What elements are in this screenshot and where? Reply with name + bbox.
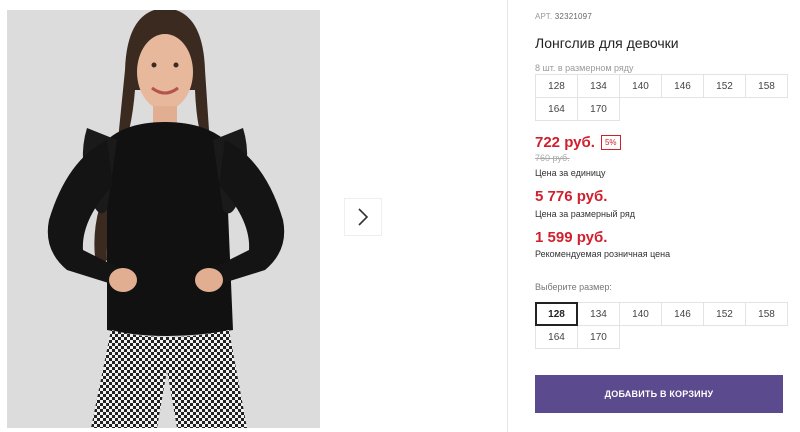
gallery-next-button[interactable] <box>344 198 382 236</box>
old-price: 760 руб. <box>535 153 570 163</box>
size-row-cell: 170 <box>577 97 620 121</box>
product-photo[interactable] <box>7 10 320 428</box>
panel-divider <box>507 0 508 432</box>
size-row-cell: 140 <box>619 74 662 98</box>
size-row-note: 8 шт. в размерном ряду <box>535 63 634 73</box>
size-row-cell: 146 <box>661 74 704 98</box>
row-price-label: Цена за размерный ряд <box>535 209 636 219</box>
size-row-cell: 134 <box>577 74 620 98</box>
size-picker-grid: 128 134 140 146 152 158 164 170 <box>535 302 788 349</box>
size-row-grid: 128 134 140 146 152 158 164 170 <box>535 74 788 121</box>
unit-price: 722 руб. <box>535 134 595 151</box>
size-row-cell: 152 <box>703 74 746 98</box>
size-option-selected[interactable]: 128 <box>535 302 578 326</box>
size-option[interactable]: 146 <box>661 302 704 326</box>
size-picker-label: Выберите размер: <box>535 282 612 292</box>
size-option[interactable]: 152 <box>703 302 746 326</box>
product-title: Лонгслив для девочки <box>535 35 679 51</box>
size-row-cell: 158 <box>745 74 788 98</box>
product-photo-illustration <box>7 10 320 428</box>
retail-price: 1 599 руб. <box>535 229 608 246</box>
add-to-cart-button[interactable]: ДОБАВИТЬ В КОРЗИНУ <box>535 375 783 413</box>
article-number: АРТ. 32321097 <box>535 12 592 21</box>
size-row-cell: 164 <box>535 97 578 121</box>
size-option[interactable]: 134 <box>577 302 620 326</box>
retail-price-label: Рекомендуемая розничная цена <box>535 249 671 259</box>
discount-badge: 5% <box>600 135 621 150</box>
size-option[interactable]: 140 <box>619 302 662 326</box>
article-label: АРТ. <box>535 12 553 21</box>
product-gallery <box>0 0 507 432</box>
unit-price-block: 722 руб. 5% <box>535 134 621 151</box>
row-price: 5 776 руб. <box>535 188 608 205</box>
size-option[interactable]: 170 <box>577 325 620 349</box>
size-option[interactable]: 164 <box>535 325 578 349</box>
size-option[interactable]: 158 <box>745 302 788 326</box>
unit-price-label: Цена за единицу <box>535 168 606 178</box>
chevron-right-icon <box>358 208 369 226</box>
article-value: 32321097 <box>554 12 592 21</box>
size-row-cell: 128 <box>535 74 578 98</box>
